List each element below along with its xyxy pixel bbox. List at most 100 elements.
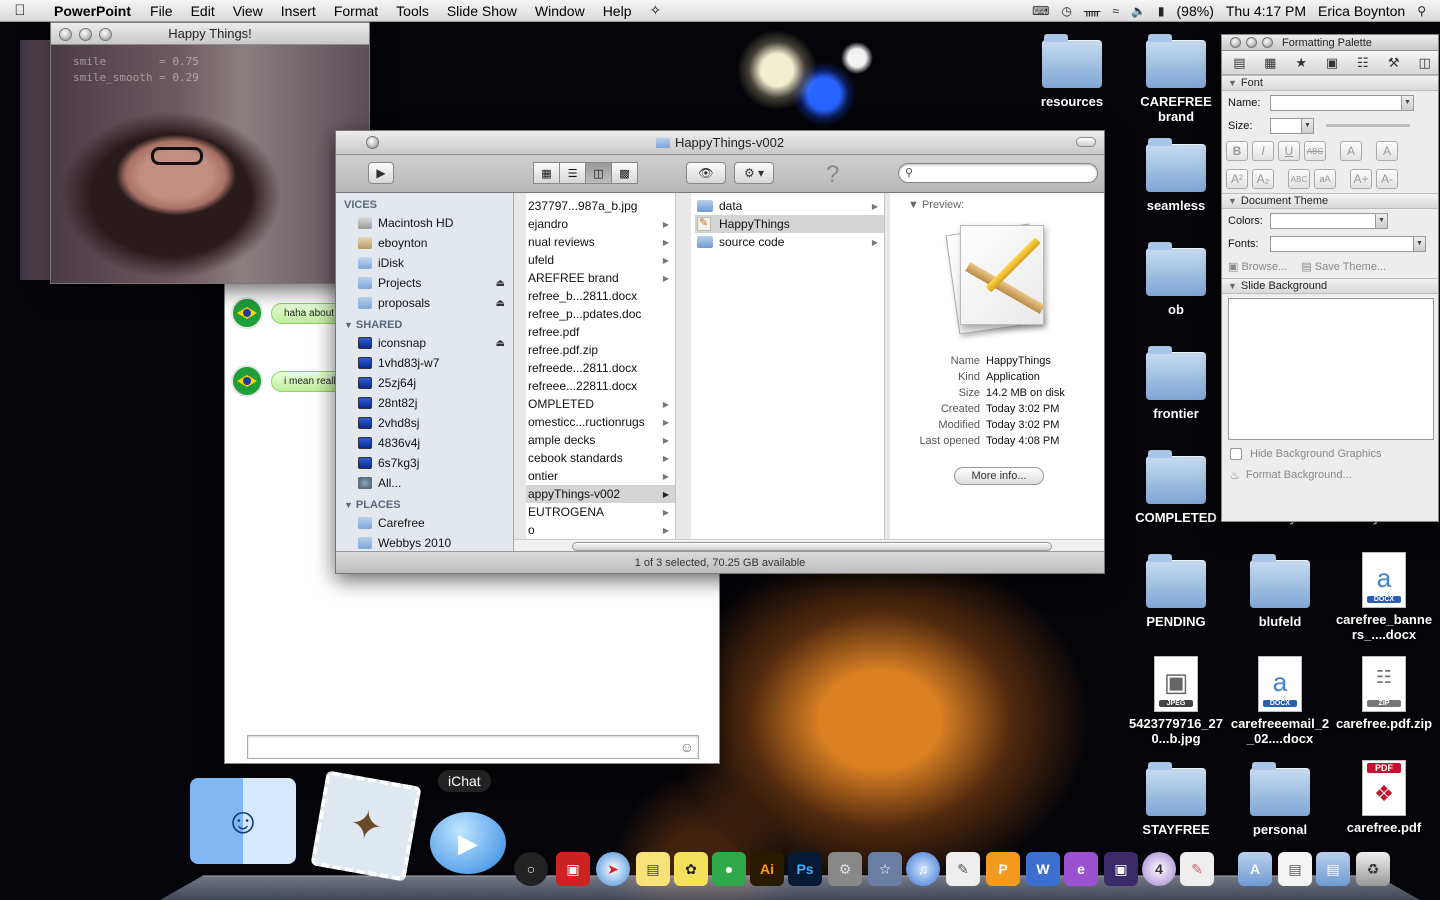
- list-item[interactable]: 237797...987a_b.jpg: [526, 197, 675, 215]
- desktop-file-carefreeemail[interactable]: a DOCX carefreeemail_2_02....docx: [1230, 656, 1330, 746]
- dock-photobooth-icon[interactable]: ▣: [556, 852, 590, 886]
- battery-icon[interactable]: ▮: [1158, 4, 1165, 18]
- desktop-file-carefree-banners[interactable]: a DOCX carefree_banners_....docx: [1334, 552, 1434, 642]
- dock-mail-icon[interactable]: ✦: [310, 770, 422, 882]
- dock-adium-icon[interactable]: ●: [712, 852, 746, 886]
- zoom-button[interactable]: [99, 28, 112, 41]
- list-item-source-code[interactable]: source code ▶: [695, 233, 884, 251]
- menu-insert[interactable]: Insert: [272, 3, 325, 19]
- forward-button[interactable]: ▶: [368, 162, 394, 184]
- text-effects-button[interactable]: A: [1376, 141, 1398, 161]
- list-item[interactable]: EUTROGENA ▶: [526, 503, 675, 521]
- desktop-folder-resources[interactable]: resources: [1022, 34, 1122, 109]
- dock-textedit-icon[interactable]: ✎: [946, 852, 980, 886]
- font-name-field[interactable]: ▼: [1270, 94, 1414, 111]
- desktop-folder-completed[interactable]: COMPLETED: [1126, 450, 1226, 525]
- zoom-button[interactable]: [1262, 37, 1273, 48]
- change-case-button[interactable]: aA: [1314, 169, 1336, 189]
- time-machine-icon[interactable]: ◷: [1061, 4, 1071, 18]
- clock[interactable]: Thu 4:17 PM: [1226, 3, 1306, 19]
- sidebar-item-projects[interactable]: Projects ⏏: [336, 273, 513, 293]
- list-item[interactable]: refree_p...pdates.doc: [526, 305, 675, 323]
- menu-window[interactable]: Window: [526, 3, 594, 19]
- sidebar-item-shared[interactable]: 25zj64j: [336, 373, 513, 393]
- list-item-happythings[interactable]: HappyThings: [695, 215, 884, 233]
- grow-font-button[interactable]: A+: [1350, 169, 1372, 189]
- theme-colors-field[interactable]: ▼: [1270, 212, 1388, 229]
- sidebar-item-eboynton[interactable]: eboynton: [336, 233, 513, 253]
- section-font[interactable]: ▼ Font: [1222, 75, 1438, 91]
- quick-look-button[interactable]: 👁: [686, 162, 726, 184]
- dock-finder-icon[interactable]: ☺: [190, 778, 296, 864]
- icon-view-button[interactable]: ▦: [533, 162, 560, 184]
- sidebar-item-shared[interactable]: 1vhd83j-w7: [336, 353, 513, 373]
- dock-word-icon[interactable]: W: [1026, 852, 1060, 886]
- save-theme-button[interactable]: ▤ Save Theme...: [1301, 260, 1386, 273]
- custom-animation-icon[interactable]: ★: [1288, 53, 1315, 73]
- action-menu-button[interactable]: ⚙ ▾: [734, 162, 774, 184]
- palette-titlebar[interactable]: Formatting Palette: [1222, 35, 1438, 51]
- slide-background-preview[interactable]: [1228, 298, 1434, 440]
- list-item-selected[interactable]: appyThings-v002 ▶: [526, 485, 675, 503]
- desktop-folder-seamless[interactable]: seamless: [1126, 138, 1226, 213]
- menu-file[interactable]: File: [141, 3, 182, 19]
- compatibility-icon[interactable]: ⚒: [1380, 53, 1407, 73]
- close-button[interactable]: [59, 28, 72, 41]
- dock-photoshop-icon[interactable]: Ps: [788, 852, 822, 886]
- sidebar-item-carefree[interactable]: Carefree: [336, 513, 513, 533]
- strikethrough-button[interactable]: ABC: [1304, 141, 1326, 161]
- toolbar-toggle-button[interactable]: [1076, 137, 1096, 147]
- dock-illustrator-icon[interactable]: Ai: [750, 852, 784, 886]
- small-caps-button[interactable]: ABC: [1288, 169, 1310, 189]
- subscript-button[interactable]: A₂: [1252, 169, 1274, 189]
- keyboard-icon[interactable]: ⌨: [1032, 4, 1049, 18]
- sidebar-item-shared[interactable]: 2vhd8sj: [336, 413, 513, 433]
- dock-documents-folder-icon[interactable]: ▤: [1316, 852, 1350, 886]
- bold-button[interactable]: B: [1226, 141, 1248, 161]
- sidebar-item-iconsnap[interactable]: iconsnap ⏏: [336, 333, 513, 353]
- sidebar-item-all[interactable]: All...: [336, 473, 513, 493]
- sidebar-item-shared[interactable]: 6s7kg3j: [336, 453, 513, 473]
- bluetooth-icon[interactable]: ᚅ: [1084, 4, 1100, 18]
- dock-iphoto-icon[interactable]: ☆: [868, 852, 902, 886]
- desktop-file-jpeg[interactable]: ▣ JPEG 5423779716_270...b.jpg: [1126, 656, 1226, 746]
- list-item-data[interactable]: data ▶: [695, 197, 884, 215]
- minimize-button[interactable]: [79, 28, 92, 41]
- dock-stickies-icon[interactable]: ▤: [636, 852, 670, 886]
- sidebar-item-webbys-2010[interactable]: Webbys 2010: [336, 533, 513, 551]
- dock-applications-folder-icon[interactable]: A: [1238, 852, 1272, 886]
- dock-trash-icon[interactable]: ♻: [1356, 852, 1390, 886]
- desktop-folder-blufeld[interactable]: blufeld: [1230, 554, 1330, 629]
- italic-button[interactable]: I: [1252, 141, 1274, 161]
- spotlight-icon[interactable]: ⚲: [1417, 4, 1426, 18]
- help-icon[interactable]: ?: [826, 161, 839, 189]
- format-background-button[interactable]: ♨ Format Background...: [1222, 464, 1438, 486]
- menu-slide-show[interactable]: Slide Show: [438, 3, 526, 19]
- dock-itunes-icon[interactable]: ♫: [906, 852, 940, 886]
- dock-ichat-icon[interactable]: ▶: [430, 812, 506, 874]
- window-titlebar[interactable]: Happy Things!: [51, 23, 369, 45]
- desktop-folder-personal[interactable]: personal: [1230, 762, 1330, 837]
- dock-preview-icon[interactable]: ✎: [1180, 852, 1214, 886]
- dock-ical-alarm-icon[interactable]: 4: [1142, 852, 1176, 886]
- dock-document-icon[interactable]: ▤: [1278, 852, 1312, 886]
- user-name[interactable]: Erica Boynton: [1318, 3, 1405, 19]
- list-item[interactable]: refree.pdf.zip: [526, 341, 675, 359]
- sidebar-item-idisk[interactable]: iDisk: [336, 253, 513, 273]
- font-size-slider[interactable]: [1326, 124, 1410, 127]
- dock-powerpoint-icon[interactable]: P: [986, 852, 1020, 886]
- desktop-file-carefree-zip[interactable]: ☷ ZIP carefree.pdf.zip: [1334, 656, 1434, 731]
- eject-icon[interactable]: ⏏: [496, 298, 505, 309]
- section-slide-background[interactable]: ▼ Slide Background: [1222, 278, 1438, 294]
- menu-view[interactable]: View: [224, 3, 272, 19]
- projects-icon[interactable]: ◫: [1411, 53, 1438, 73]
- theme-fonts-field[interactable]: ▼: [1270, 235, 1426, 252]
- eject-icon[interactable]: ⏏: [496, 338, 505, 349]
- list-item[interactable]: refree_b...2811.docx: [526, 287, 675, 305]
- battery-percent[interactable]: (98%): [1177, 3, 1214, 19]
- formatting-palette-icon[interactable]: ▤: [1226, 53, 1253, 73]
- sidebar-item-shared[interactable]: 4836v4j: [336, 433, 513, 453]
- desktop-folder-stayfree[interactable]: STAYFREE: [1126, 762, 1226, 837]
- search-input[interactable]: ⚲: [898, 163, 1098, 183]
- superscript-button[interactable]: A²: [1226, 169, 1248, 189]
